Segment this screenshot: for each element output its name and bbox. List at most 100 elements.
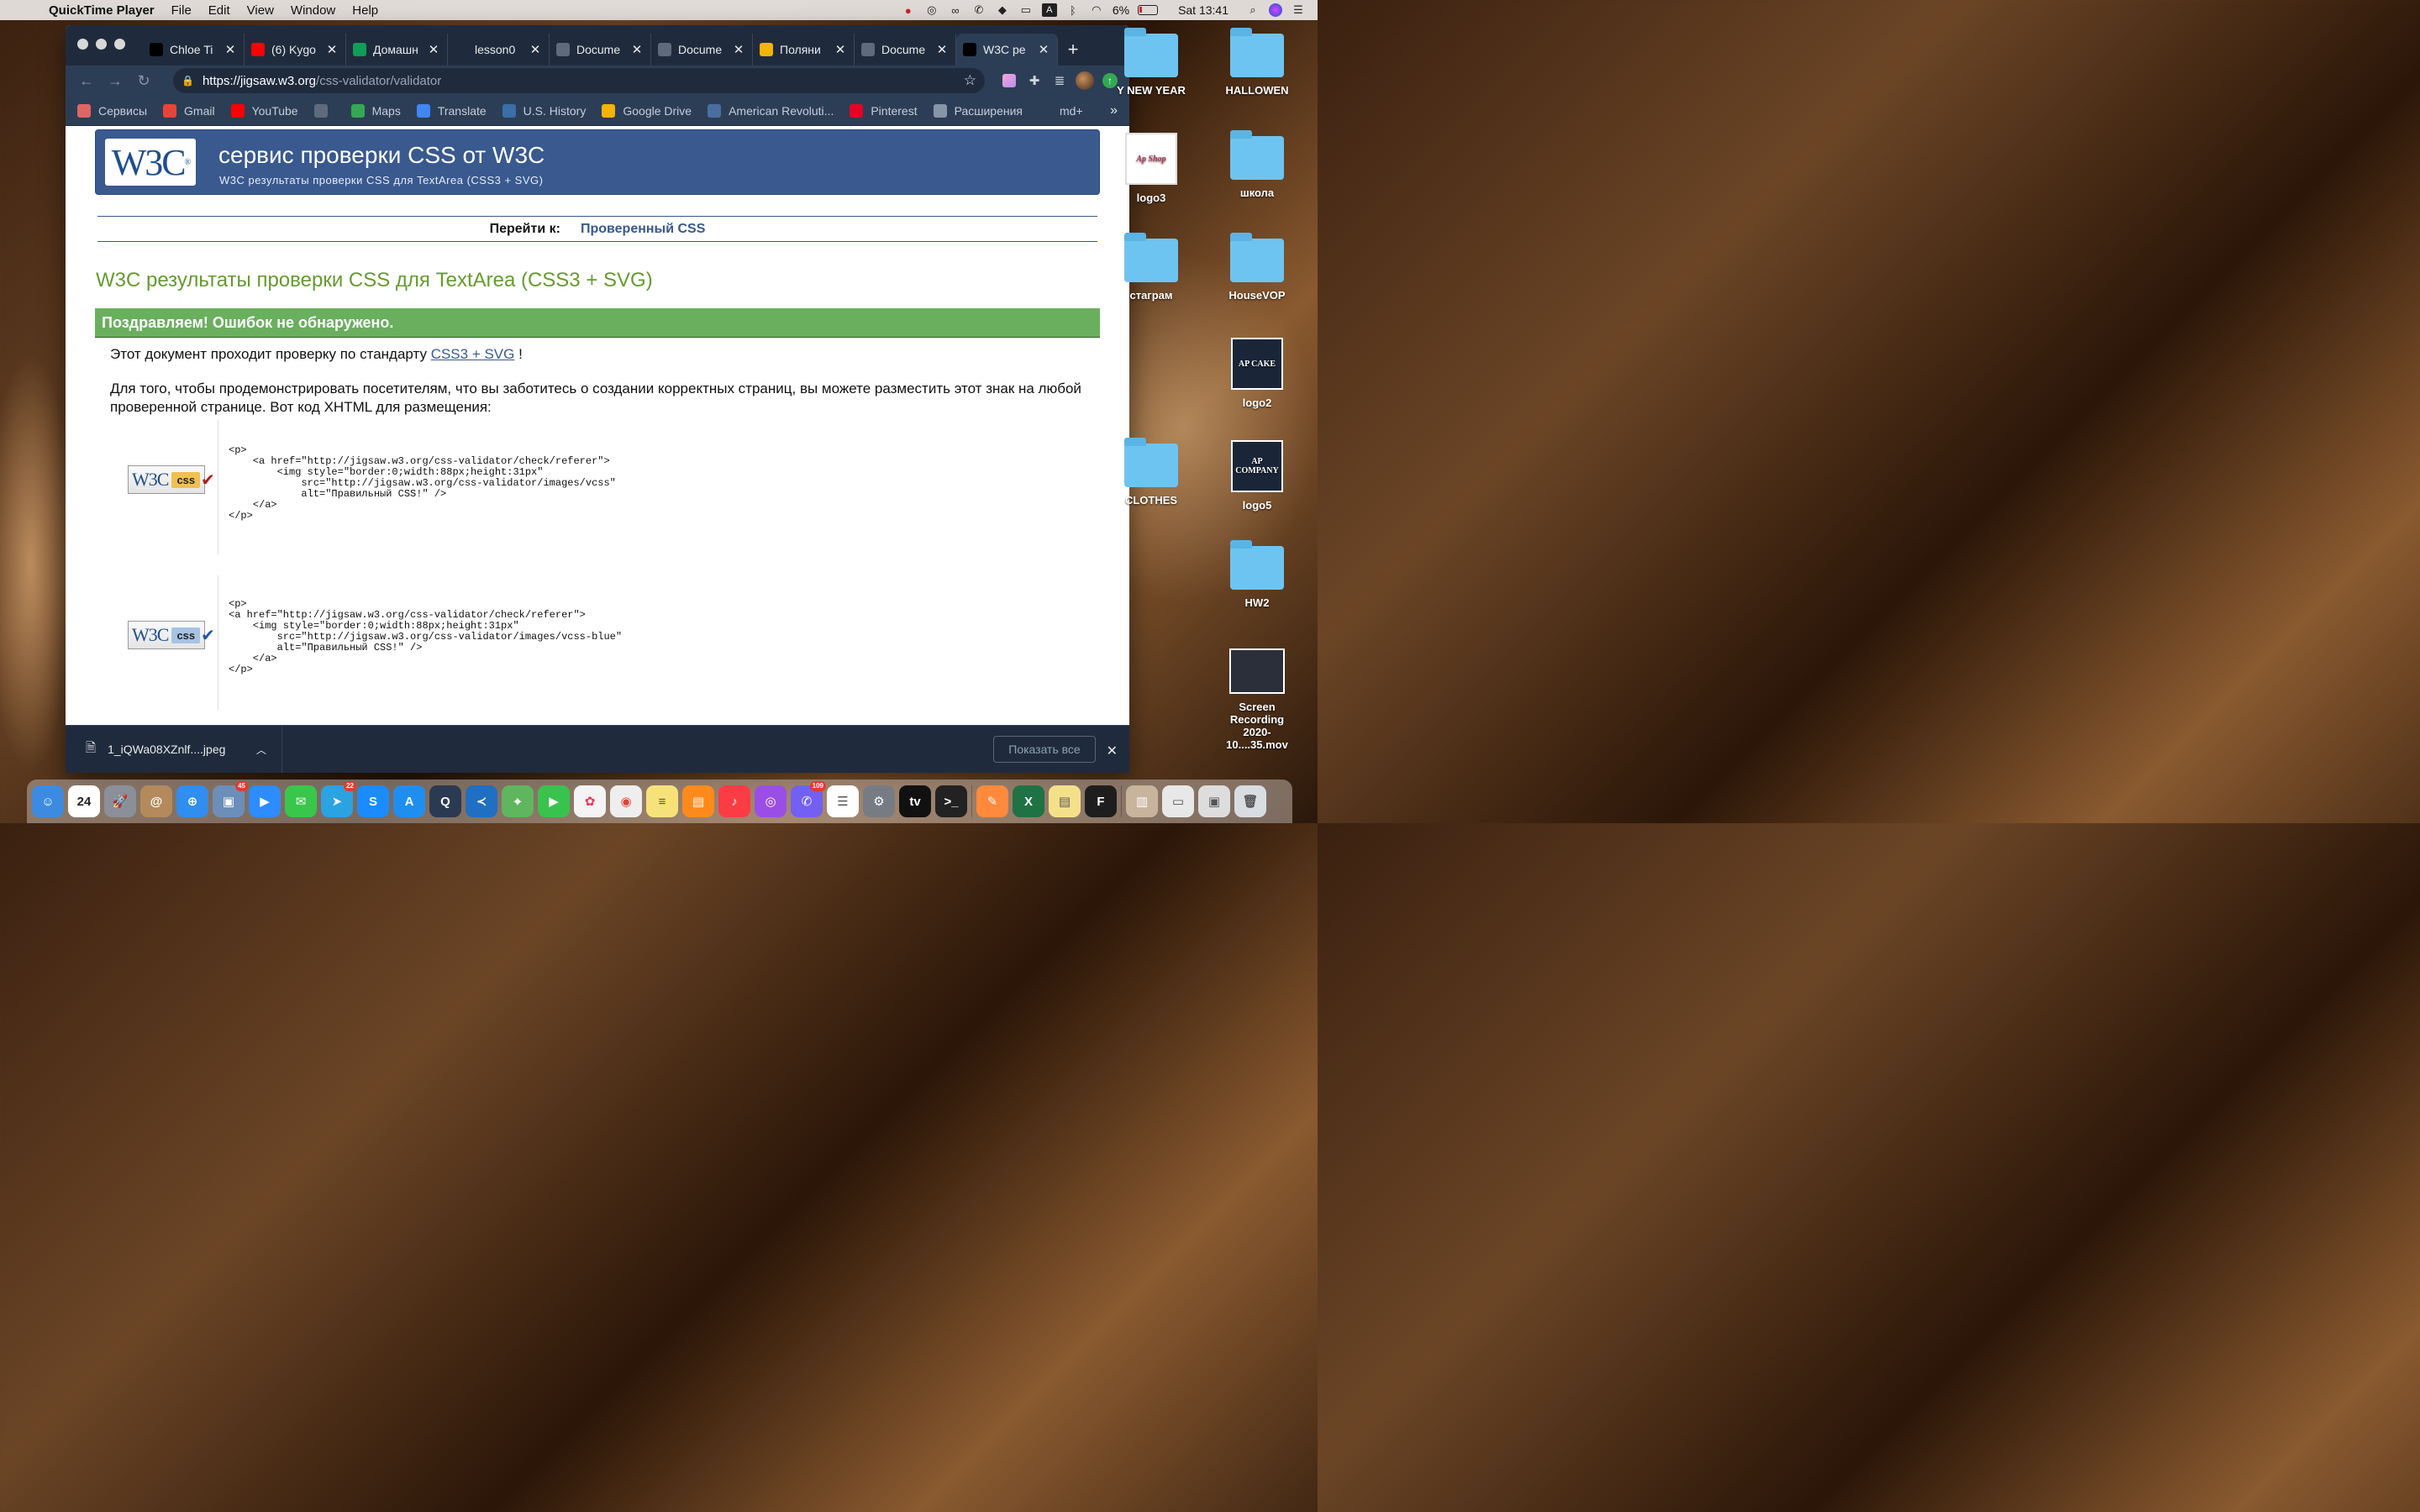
viber-icon[interactable]: ✆ 109: [791, 781, 826, 817]
launchpad-icon[interactable]: 🚀: [104, 785, 136, 817]
wifi-icon[interactable]: ◠: [1089, 3, 1104, 17]
input-source-icon[interactable]: A: [1041, 3, 1057, 17]
notification-badge-icon[interactable]: ●: [901, 3, 916, 17]
desktop-item-6[interactable]: AP CAKE logo2: [1215, 338, 1299, 409]
calendar-icon[interactable]: 24: [68, 785, 100, 817]
facetime-icon[interactable]: ▶: [538, 785, 570, 817]
bookmark-5[interactable]: Translate: [416, 103, 487, 118]
battery-icon[interactable]: [1138, 5, 1159, 15]
download-filename[interactable]: 1_iQWa08XZnlf....jpeg: [108, 743, 225, 756]
tab-7[interactable]: Docume ✕: [855, 34, 956, 66]
zoom-window-button[interactable]: [114, 39, 125, 50]
close-tab-icon[interactable]: ✕: [834, 42, 847, 57]
bookmark-0[interactable]: Сервисы: [77, 103, 147, 118]
bookmark-1[interactable]: Gmail: [163, 103, 215, 118]
url-text[interactable]: https://jigsaw.w3.org/css-validator/vali…: [203, 74, 441, 88]
chat-icon[interactable]: ✆: [971, 3, 986, 17]
menu-app-name[interactable]: QuickTime Player: [34, 3, 163, 18]
desktop-item-5[interactable]: HouseVOP: [1215, 233, 1299, 302]
minimize-window-button[interactable]: [96, 39, 107, 50]
tab-2[interactable]: Домашн ✕: [346, 34, 448, 66]
desktop-item-7[interactable]: CLOTHES: [1109, 438, 1193, 507]
desktop-item-1[interactable]: HALLOWEN: [1215, 28, 1299, 97]
maps-icon[interactable]: ⌖: [502, 785, 534, 817]
preview-icon[interactable]: ▣ 45: [213, 781, 248, 817]
media-controls-icon[interactable]: ≣: [1047, 69, 1072, 92]
contacts-icon[interactable]: @: [140, 785, 172, 817]
menu-window[interactable]: Window: [282, 3, 344, 18]
jump-link-validated-css[interactable]: Проверенный CSS: [581, 222, 705, 237]
creative-cloud-icon[interactable]: ∞: [948, 3, 963, 17]
zoom-icon[interactable]: ▶: [249, 785, 281, 817]
w3c-logo[interactable]: W3C ®: [105, 139, 196, 186]
close-tab-icon[interactable]: ✕: [427, 42, 440, 57]
menu-view[interactable]: View: [239, 3, 282, 18]
screens-stack-icon[interactable]: ▣: [1198, 785, 1230, 817]
standard-link[interactable]: CSS3 + SVG: [431, 346, 515, 362]
show-all-button[interactable]: Показать все: [993, 736, 1096, 763]
battery-percent[interactable]: 6%: [1113, 3, 1129, 17]
alert-icon[interactable]: ◆: [995, 3, 1010, 17]
airplay-icon[interactable]: ▭: [1018, 3, 1034, 17]
badge-code-blue[interactable]: <p> <a href="http://jigsaw.w3.org/css-va…: [218, 575, 1092, 710]
download-item[interactable]: 🗎 1_iQWa08XZnlf....jpeg ︿: [66, 725, 282, 773]
forward-icon[interactable]: →: [101, 69, 129, 92]
extension-gradient-icon[interactable]: [997, 69, 1022, 92]
close-icon[interactable]: ✕: [1107, 743, 1118, 759]
tab-8[interactable]: W3C pe ✕: [956, 34, 1058, 66]
bookmark-11[interactable]: md+: [1039, 103, 1083, 118]
terminal-icon[interactable]: >_: [935, 785, 967, 817]
notes-icon[interactable]: ≡: [646, 785, 678, 817]
shazam-icon[interactable]: S: [357, 785, 389, 817]
siri-icon[interactable]: [1269, 3, 1282, 17]
desktop-item-2[interactable]: Ap Shop logo3: [1109, 133, 1193, 204]
apple-tv-icon[interactable]: tv: [899, 785, 931, 817]
sync-icon[interactable]: ◎: [924, 3, 939, 17]
bookmark-10[interactable]: Расширения: [933, 103, 1023, 118]
extensions-puzzle-icon[interactable]: ✚: [1022, 69, 1047, 92]
app-store-icon[interactable]: A: [393, 785, 425, 817]
spotlight-search-icon[interactable]: ⌕: [1245, 3, 1260, 17]
more-bookmarks-icon[interactable]: »: [1110, 103, 1118, 118]
figma-icon[interactable]: F: [1085, 785, 1117, 817]
tab-1[interactable]: (6) Kygo ✕: [245, 34, 346, 66]
safari-icon[interactable]: ⊕: [176, 785, 208, 817]
new-tab-button[interactable]: +: [1058, 34, 1088, 66]
pages-app-icon[interactable]: ✎: [976, 785, 1008, 817]
bookmark-8[interactable]: American Revoluti...: [708, 103, 834, 118]
desktop-item-4[interactable]: стаграм: [1109, 233, 1193, 302]
bookmark-6[interactable]: U.S. History: [502, 103, 586, 118]
desktop-item-9[interactable]: HW2: [1215, 540, 1299, 609]
desktop-item-3[interactable]: школа: [1215, 130, 1299, 199]
close-tab-icon[interactable]: ✕: [224, 42, 237, 57]
messages-icon[interactable]: ✉: [285, 785, 317, 817]
chrome-icon[interactable]: ◉: [610, 785, 642, 817]
document-stack-icon[interactable]: ▭: [1162, 785, 1194, 817]
menu-help[interactable]: Help: [344, 3, 387, 18]
address-bar[interactable]: 🔒 https://jigsaw.w3.org/css-validator/va…: [173, 68, 985, 93]
close-tab-icon[interactable]: ✕: [325, 42, 339, 57]
bookmark-2[interactable]: YouTube: [230, 103, 298, 118]
tab-4[interactable]: Docume ✕: [550, 34, 651, 66]
close-window-button[interactable]: [77, 39, 88, 50]
telegram-icon[interactable]: ➤ 22: [321, 781, 356, 817]
reload-icon[interactable]: ↻: [129, 69, 158, 92]
bookmark-star-icon[interactable]: ☆: [964, 72, 976, 89]
close-tab-icon[interactable]: ✕: [732, 42, 745, 57]
notification-center-icon[interactable]: ☰: [1291, 3, 1306, 17]
bookmark-7[interactable]: Google Drive: [602, 103, 692, 118]
photos-icon[interactable]: ✿: [574, 785, 606, 817]
tab-6[interactable]: Поляни ✕: [753, 34, 855, 66]
bookmark-9[interactable]: Pinterest: [850, 103, 918, 118]
profile-avatar[interactable]: [1072, 69, 1097, 92]
close-tab-icon[interactable]: ✕: [935, 42, 949, 57]
desktop-item-0[interactable]: Y NEW YEAR: [1109, 28, 1193, 97]
vscode-icon[interactable]: ≺: [466, 785, 497, 817]
close-tab-icon[interactable]: ✕: [1037, 42, 1050, 57]
desktop-item-8[interactable]: AP COMPANY logo5: [1215, 440, 1299, 512]
close-tab-icon[interactable]: ✕: [630, 42, 644, 57]
bluetooth-icon[interactable]: ᛒ: [1065, 3, 1081, 17]
downloads-stack-icon[interactable]: ▥: [1126, 785, 1158, 817]
back-icon[interactable]: ←: [72, 69, 101, 92]
badge-code-gold[interactable]: <p> <a href="http://jigsaw.w3.org/css-va…: [218, 420, 1092, 554]
